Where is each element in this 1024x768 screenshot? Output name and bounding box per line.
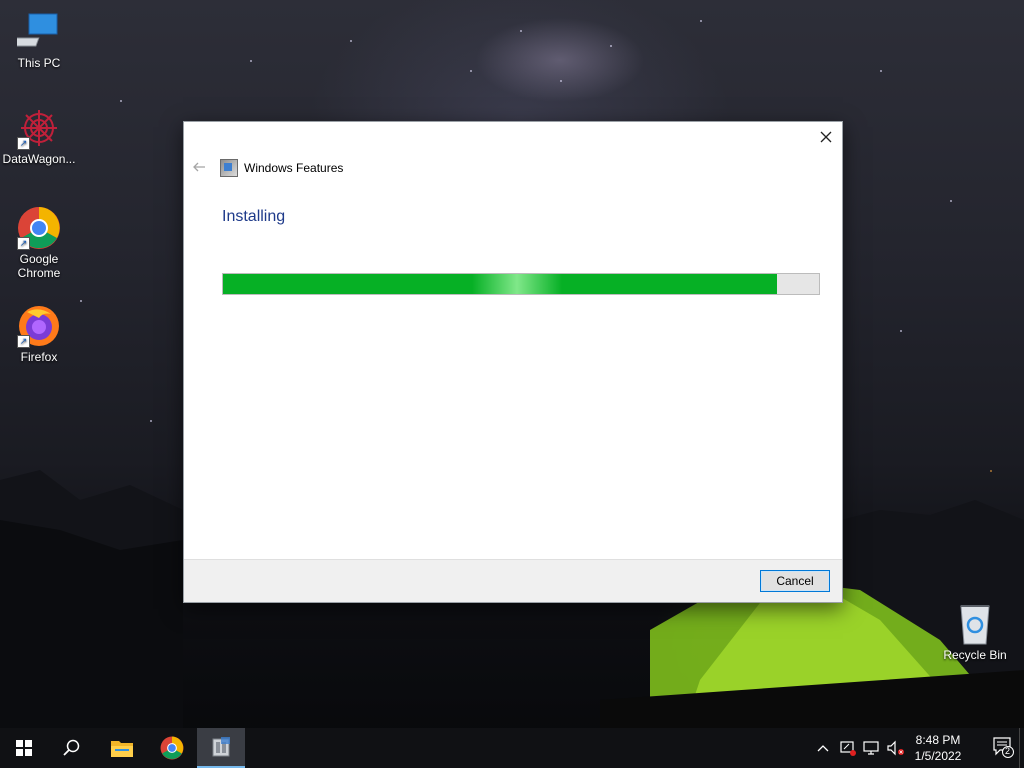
chrome-icon — [160, 736, 184, 760]
desktop-icon-label: Firefox — [20, 350, 58, 364]
desktop-icon-label: Recycle Bin — [943, 648, 1007, 662]
close-button[interactable] — [810, 122, 842, 152]
desktop-icon-this-pc[interactable]: This PC — [1, 10, 77, 70]
display-icon — [863, 741, 879, 755]
progress-fill — [223, 274, 778, 294]
back-button[interactable] — [192, 160, 210, 178]
datawagon-icon: ↗ — [17, 106, 61, 150]
windows-features-icon — [212, 737, 230, 757]
notification-icon — [993, 737, 1014, 758]
search-button[interactable] — [48, 728, 96, 768]
file-explorer-icon — [111, 741, 133, 757]
shortcut-arrow-icon: ↗ — [17, 137, 30, 150]
taskbar: 8:48 PM 1/5/2022 2 — [0, 728, 1024, 768]
desktop-icon-google-chrome[interactable]: ↗ Google Chrome — [1, 206, 77, 280]
status-heading: Installing — [222, 208, 286, 225]
close-icon — [820, 131, 832, 143]
network-status-button[interactable] — [836, 728, 860, 768]
network-icon — [840, 741, 856, 756]
install-progress-bar — [222, 273, 820, 295]
start-button[interactable] — [0, 728, 48, 768]
clock-date: 1/5/2022 — [914, 749, 962, 763]
show-hidden-icons-button[interactable] — [812, 728, 834, 768]
desktop-icon-label: This PC — [17, 56, 61, 70]
volume-button[interactable] — [884, 728, 908, 768]
action-center-button[interactable]: 2 — [992, 736, 1014, 758]
start-icon — [16, 740, 32, 756]
taskbar-windows-features[interactable] — [197, 728, 245, 768]
firefox-icon: ↗ — [17, 304, 61, 348]
back-arrow-icon — [193, 162, 205, 172]
computer-icon — [7, 10, 61, 54]
desktop-icon-datawagon[interactable]: ↗ DataWagon... — [1, 106, 77, 166]
clock[interactable]: 8:48 PM 1/5/2022 — [908, 732, 968, 764]
dialog-title-bar: Windows Features — [220, 159, 343, 177]
shortcut-arrow-icon: ↗ — [17, 335, 30, 348]
windows-features-icon — [220, 159, 238, 177]
chrome-icon: ↗ — [17, 206, 61, 250]
desktop-icon-label: Google Chrome — [17, 252, 61, 280]
desktop-icon-firefox[interactable]: ↗ Firefox — [1, 304, 77, 364]
speaker-muted-icon — [887, 740, 904, 756]
display-button[interactable] — [860, 728, 884, 768]
recycle-bin-icon — [953, 602, 997, 646]
dialog-title: Windows Features — [244, 161, 344, 175]
taskbar-file-explorer[interactable] — [98, 728, 146, 768]
desktop-icon-label: DataWagon... — [2, 152, 76, 166]
search-icon — [63, 739, 80, 756]
clock-time: 8:48 PM — [915, 733, 961, 747]
notification-count: 2 — [1005, 746, 1011, 756]
show-desktop-button[interactable] — [1019, 728, 1024, 768]
windows-features-dialog: Windows Features Installing Cancel — [183, 121, 843, 603]
shortcut-arrow-icon: ↗ — [17, 237, 30, 250]
desktop-icon-recycle-bin[interactable]: Recycle Bin — [937, 602, 1013, 662]
cancel-button[interactable]: Cancel — [760, 570, 830, 592]
dialog-footer: Cancel — [184, 559, 842, 602]
taskbar-chrome[interactable] — [148, 728, 196, 768]
chevron-up-icon — [817, 745, 829, 752]
